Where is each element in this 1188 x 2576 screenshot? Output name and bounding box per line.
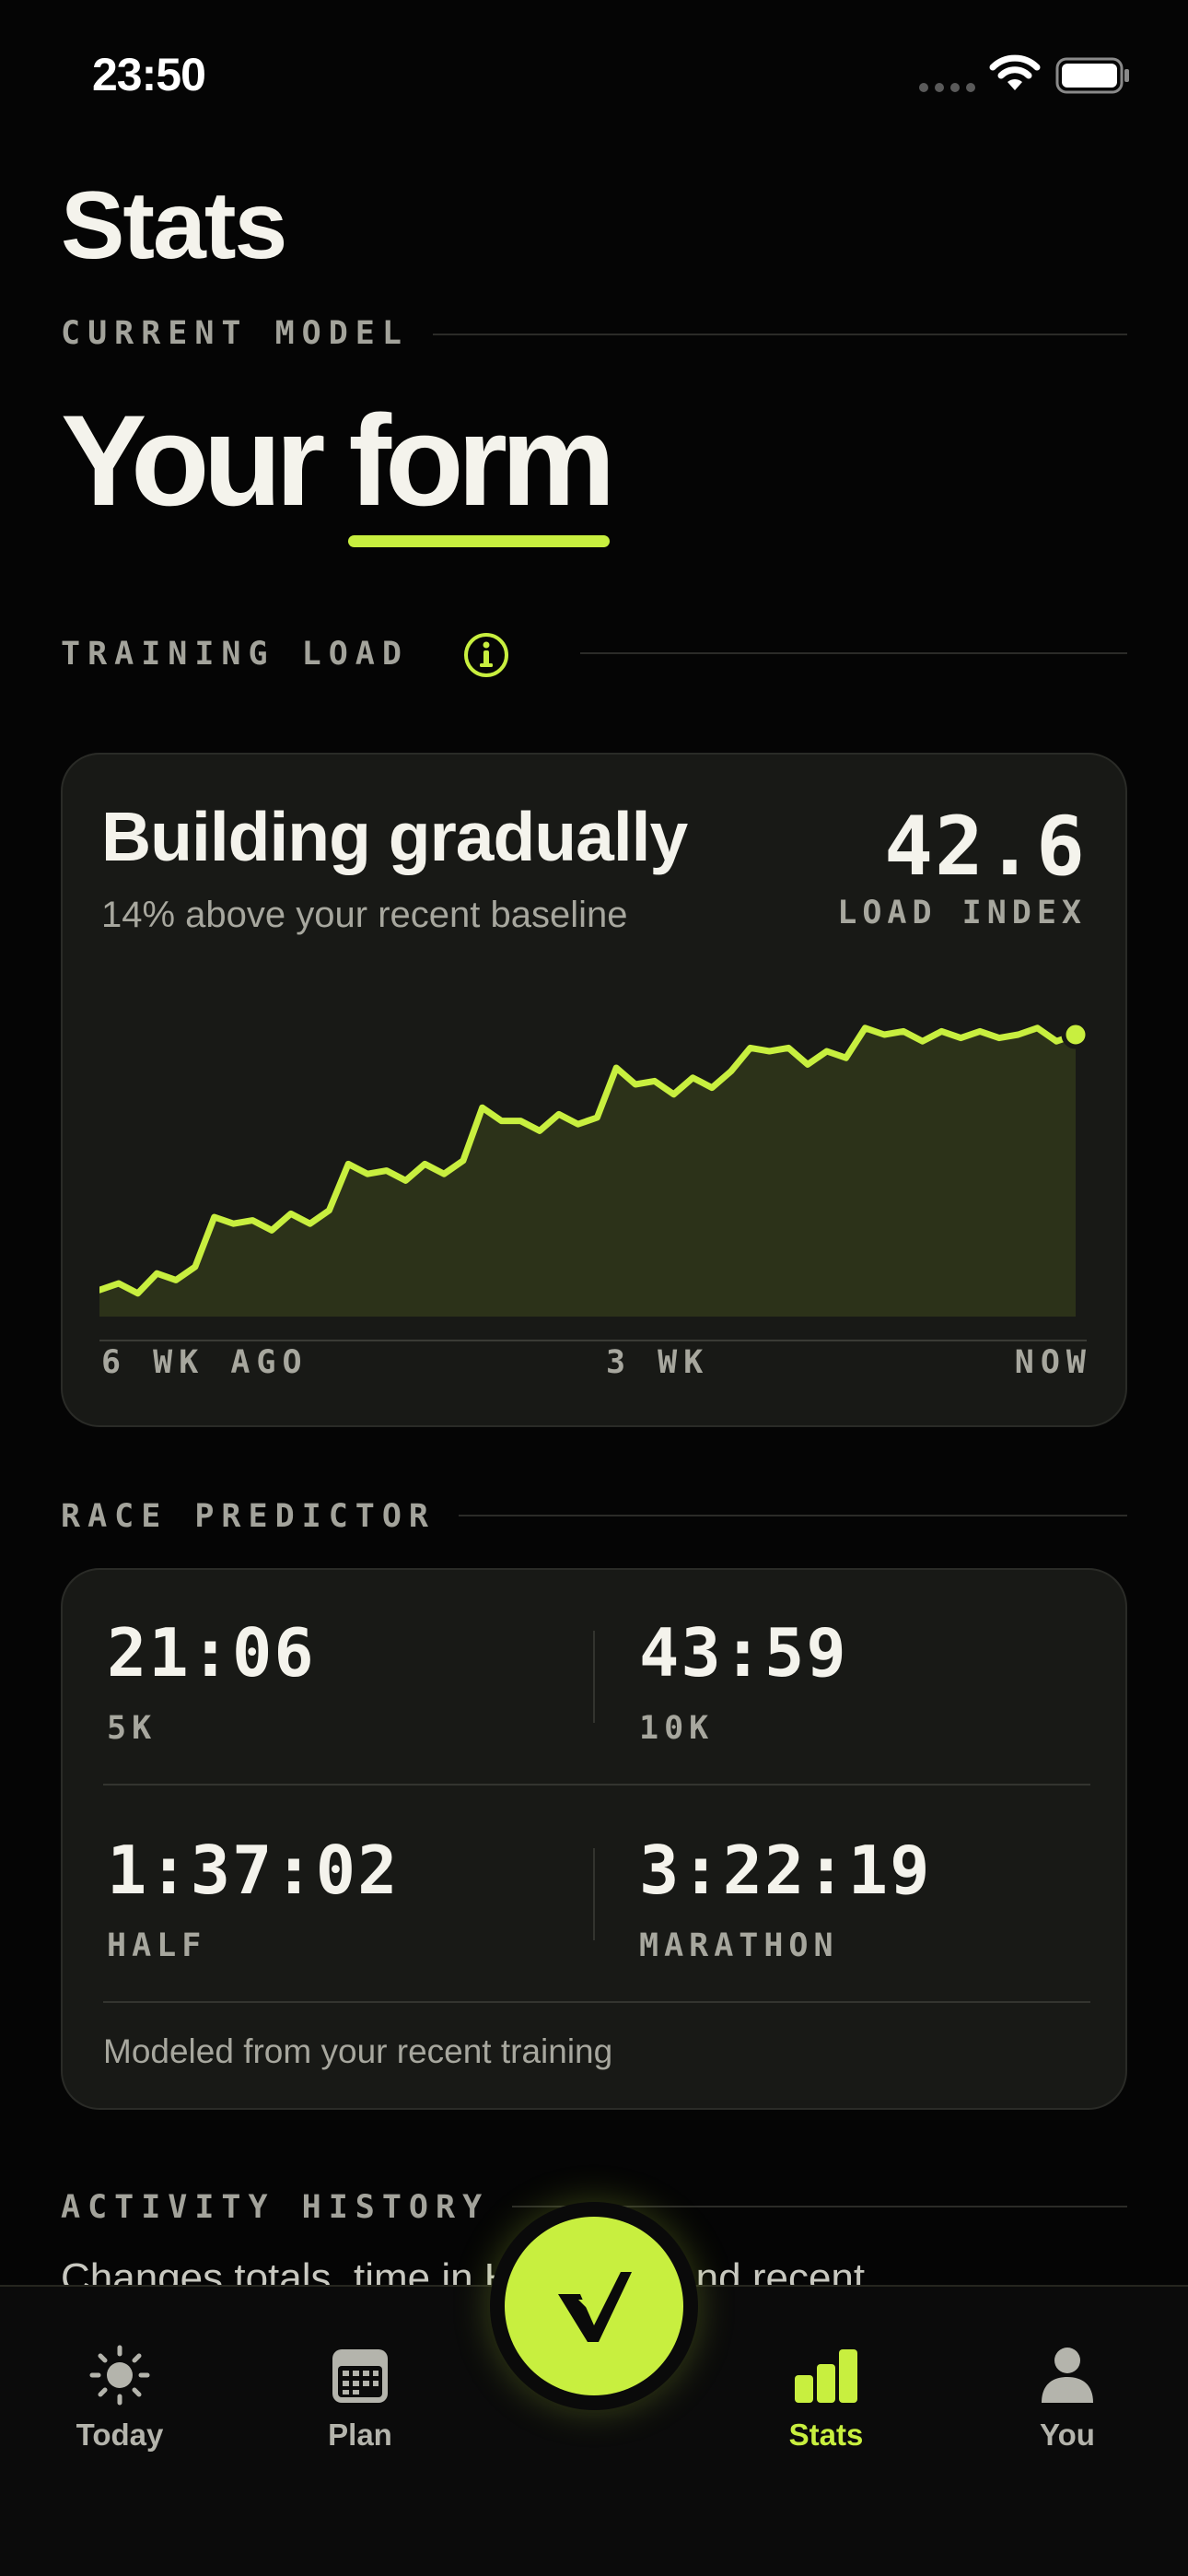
cellular-signal-icon <box>919 83 975 92</box>
tab-label: Today <box>76 2418 164 2452</box>
battery-icon <box>1055 57 1129 94</box>
training-load-label: TRAINING LOAD <box>61 636 409 673</box>
sun-icon <box>89 2345 150 2406</box>
race-distance: 10K <box>639 1710 715 1747</box>
race-time: 1:37:02 <box>107 1832 400 1909</box>
race-5k: 21:06 5K <box>107 1614 316 1747</box>
highlight-underline <box>348 535 610 547</box>
activity-history-label: ACTIVITY HISTORY <box>61 2189 490 2226</box>
section-divider <box>459 1515 1127 1516</box>
form-heading-highlight: form <box>348 396 616 547</box>
tab-label: Plan <box>328 2418 392 2452</box>
cell-divider <box>593 1631 595 1723</box>
race-marathon: 3:22:19 MARATHON <box>639 1832 931 1964</box>
race-distance: 5K <box>107 1710 157 1747</box>
start-workout-button[interactable] <box>505 2217 683 2395</box>
x-tick-start: 6 WK AGO <box>101 1344 309 1381</box>
race-time: 3:22:19 <box>639 1832 932 1909</box>
page-title: Stats <box>61 172 287 279</box>
form-heading: Your form <box>61 396 616 547</box>
section-divider <box>433 334 1127 335</box>
current-point-marker <box>1061 1020 1090 1049</box>
tab-today[interactable]: Today <box>18 2342 221 2453</box>
tab-stats[interactable]: Stats <box>725 2342 927 2453</box>
cell-divider <box>593 1848 595 1940</box>
tab-label: Stats <box>788 2418 864 2452</box>
load-subtitle: 14% above your recent baseline <box>101 895 628 935</box>
race-half: 1:37:02 HALF <box>107 1832 399 1964</box>
row-divider <box>103 2001 1090 2003</box>
calendar-icon <box>332 2349 388 2403</box>
tab-label: You <box>1040 2418 1095 2452</box>
row-divider <box>103 1784 1090 1786</box>
current-model-label: CURRENT MODEL <box>61 315 409 352</box>
training-load-card[interactable]: Building gradually 14% above your recent… <box>61 753 1127 1427</box>
x-tick-end: NOW <box>1014 1344 1092 1381</box>
wifi-icon <box>989 54 1041 90</box>
race-time: 21:06 <box>107 1614 316 1692</box>
v-logo-icon <box>558 2272 632 2342</box>
race-predictor-card[interactable]: 21:06 5K 43:59 10K 1:37:02 HALF 3:22:19 … <box>61 1568 1127 2110</box>
bar-chart-icon <box>795 2349 857 2403</box>
x-tick-mid: 3 WK <box>606 1344 710 1381</box>
status-bar: 23:50 <box>0 0 1188 147</box>
info-icon[interactable] <box>462 631 510 679</box>
race-distance: MARATHON <box>639 1927 839 1964</box>
form-heading-prefix: Your <box>61 388 326 533</box>
training-load-chart <box>99 1020 1090 1341</box>
race-predictor-note: Modeled from your recent training <box>103 2032 613 2070</box>
tab-plan[interactable]: Plan <box>259 2342 461 2453</box>
person-icon <box>1042 2348 1093 2403</box>
race-distance: HALF <box>107 1927 207 1964</box>
race-10k: 43:59 10K <box>639 1614 848 1747</box>
tab-you[interactable]: You <box>966 2342 1169 2453</box>
load-index-value: 42.6 <box>884 799 1087 894</box>
load-area <box>99 1027 1076 1317</box>
load-headline: Building gradually <box>101 798 688 875</box>
race-time: 43:59 <box>639 1614 848 1692</box>
load-index-label: LOAD INDEX <box>837 895 1087 931</box>
race-predictor-label: RACE PREDICTOR <box>61 1498 437 1535</box>
status-time: 23:50 <box>92 49 206 100</box>
section-divider <box>580 652 1127 654</box>
